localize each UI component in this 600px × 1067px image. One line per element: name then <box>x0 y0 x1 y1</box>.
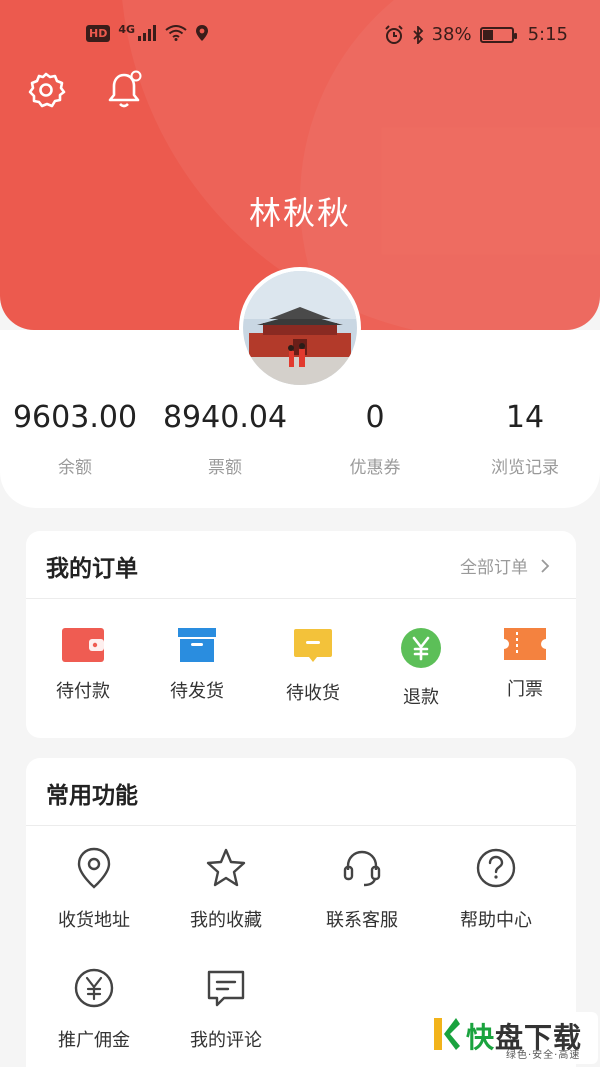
yuan-circle-icon <box>401 628 441 668</box>
order-refund[interactable]: 退款 <box>366 627 476 709</box>
order-tickets[interactable]: 门票 <box>470 627 580 701</box>
message-box-icon <box>294 629 332 662</box>
location-pin-icon <box>77 847 111 889</box>
func-favorites[interactable]: 我的收藏 <box>158 846 294 932</box>
orders-title: 我的订单 <box>46 556 138 582</box>
stat-label: 浏览记录 <box>491 458 559 478</box>
stat-value: 9603.00 <box>12 400 138 435</box>
chevron-right-icon <box>541 558 550 573</box>
all-orders-label: 全部订单 <box>460 558 528 578</box>
bell-icon[interactable] <box>104 70 144 110</box>
order-pending-payment[interactable]: 待付款 <box>28 627 138 703</box>
func-label: 收货地址 <box>58 910 130 931</box>
func-my-comments[interactable]: 我的评论 <box>158 966 294 1052</box>
stat-balance[interactable]: 9603.00 余额 <box>0 400 150 478</box>
stat-value: 14 <box>505 400 545 435</box>
order-label: 门票 <box>507 679 543 700</box>
func-label: 我的评论 <box>190 1030 262 1051</box>
ticket-icon <box>504 628 546 660</box>
bluetooth-icon <box>412 25 423 44</box>
watermark-title-a: 快 <box>466 1021 496 1054</box>
divider <box>26 825 576 826</box>
stat-browse-history[interactable]: 14 浏览记录 <box>450 400 600 478</box>
stat-value: 0 <box>365 400 385 435</box>
wifi-icon <box>165 25 187 41</box>
status-bar: HD 4G 38% 5:15 <box>0 0 600 70</box>
box-icon <box>178 628 216 662</box>
order-pending-receipt[interactable]: 待收货 <box>258 627 368 705</box>
watermark-subtitle: 绿色·安全·高速 <box>506 1050 581 1061</box>
clock-time: 5:15 <box>527 24 568 45</box>
gear-icon[interactable] <box>26 70 66 110</box>
hd-badge: HD <box>86 24 111 42</box>
func-customer-service[interactable]: 联系客服 <box>294 846 430 932</box>
stat-label: 余额 <box>58 458 92 478</box>
battery-icon <box>479 26 517 43</box>
watermark-k-icon <box>434 1018 460 1050</box>
order-label: 待发货 <box>170 681 224 702</box>
stat-value: 8940.04 <box>162 400 288 435</box>
functions-title: 常用功能 <box>46 783 138 809</box>
orders-card: 我的订单 全部订单 待付款 待发货 待收货 退款 门票 <box>26 531 576 738</box>
network-type: 4G <box>118 22 136 36</box>
stat-ticket-amount[interactable]: 8940.04 票额 <box>150 400 300 478</box>
headset-icon <box>343 850 381 887</box>
order-label: 退款 <box>403 687 439 708</box>
func-label: 推广佣金 <box>58 1030 130 1051</box>
stat-coupons[interactable]: 0 优惠券 <box>300 400 450 478</box>
wallet-icon <box>62 628 104 662</box>
location-icon <box>196 25 209 41</box>
watermark-logo: 快盘下载 绿色·安全·高速 <box>428 1012 598 1064</box>
all-orders-link[interactable]: 全部订单 <box>460 553 550 578</box>
order-pending-shipment[interactable]: 待发货 <box>142 627 252 703</box>
func-shipping-address[interactable]: 收货地址 <box>26 846 162 932</box>
func-help-center[interactable]: 帮助中心 <box>428 846 564 932</box>
func-label: 帮助中心 <box>460 910 532 931</box>
divider <box>26 598 576 599</box>
star-icon <box>206 848 246 887</box>
stat-label: 优惠券 <box>349 458 401 478</box>
question-circle-icon <box>476 848 516 888</box>
yuan-circle-icon <box>74 968 114 1008</box>
username: 林秋秋 <box>248 194 351 232</box>
avatar[interactable] <box>239 267 361 389</box>
comment-icon <box>207 970 245 1007</box>
order-label: 待收货 <box>286 683 340 704</box>
func-commission[interactable]: 推广佣金 <box>26 966 162 1052</box>
func-label: 联系客服 <box>326 910 398 931</box>
alarm-icon <box>384 24 403 44</box>
func-label: 我的收藏 <box>190 910 262 931</box>
signal-icon <box>138 25 157 41</box>
stat-label: 票额 <box>208 458 242 478</box>
battery-percent: 38% <box>431 24 472 45</box>
order-label: 待付款 <box>56 681 110 702</box>
